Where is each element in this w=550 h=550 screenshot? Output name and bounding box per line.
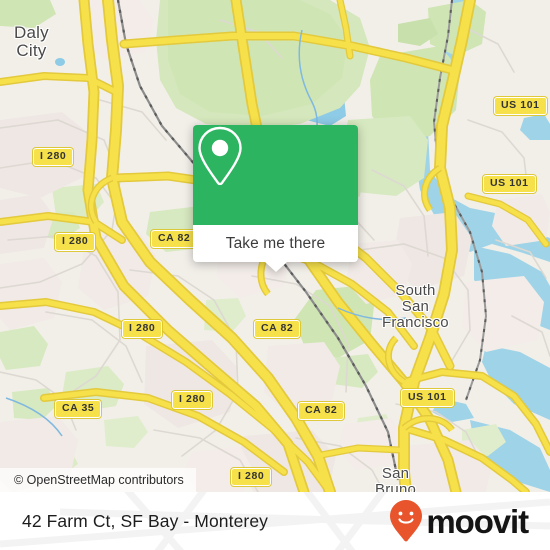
map-popup-callout[interactable]: Take me there xyxy=(193,125,358,272)
road-shield-us-101: US 101 xyxy=(401,389,454,407)
popup-tail xyxy=(264,262,287,272)
road-shield-i-280: I 280 xyxy=(172,391,213,409)
road-shield-i-280: I 280 xyxy=(33,148,74,166)
road-shield-us-101: US 101 xyxy=(494,97,547,115)
footer-bar: 42 Farm Ct, SF Bay - Monterey moovit xyxy=(0,492,550,550)
location-title: 42 Farm Ct, SF Bay - Monterey xyxy=(22,510,269,531)
road-shield-ca-82: CA 82 xyxy=(151,230,198,248)
road-shield-i-280: I 280 xyxy=(231,468,272,486)
map-attribution[interactable]: © OpenStreetMap contributors xyxy=(0,468,196,492)
screenshot-root: Daly City South San Francisco San Bruno … xyxy=(0,0,550,550)
moovit-pin-icon xyxy=(390,500,423,542)
moovit-wordmark: moovit xyxy=(426,502,529,540)
popup-header xyxy=(193,125,358,225)
road-shield-i-280: I 280 xyxy=(55,233,96,251)
road-shield-us-101: US 101 xyxy=(483,175,536,193)
road-shield-ca-82: CA 82 xyxy=(298,402,345,420)
popup-action-label: Take me there xyxy=(225,234,326,252)
map-pin-icon xyxy=(198,126,242,186)
road-shield-ca-35: CA 35 xyxy=(55,400,102,418)
road-shield-i-280: I 280 xyxy=(122,320,163,338)
map-canvas[interactable]: Daly City South San Francisco San Bruno … xyxy=(0,0,550,492)
road-shield-ca-82: CA 82 xyxy=(254,320,301,338)
moovit-logo[interactable]: moovit xyxy=(389,499,529,543)
popup-action[interactable]: Take me there xyxy=(193,225,358,262)
